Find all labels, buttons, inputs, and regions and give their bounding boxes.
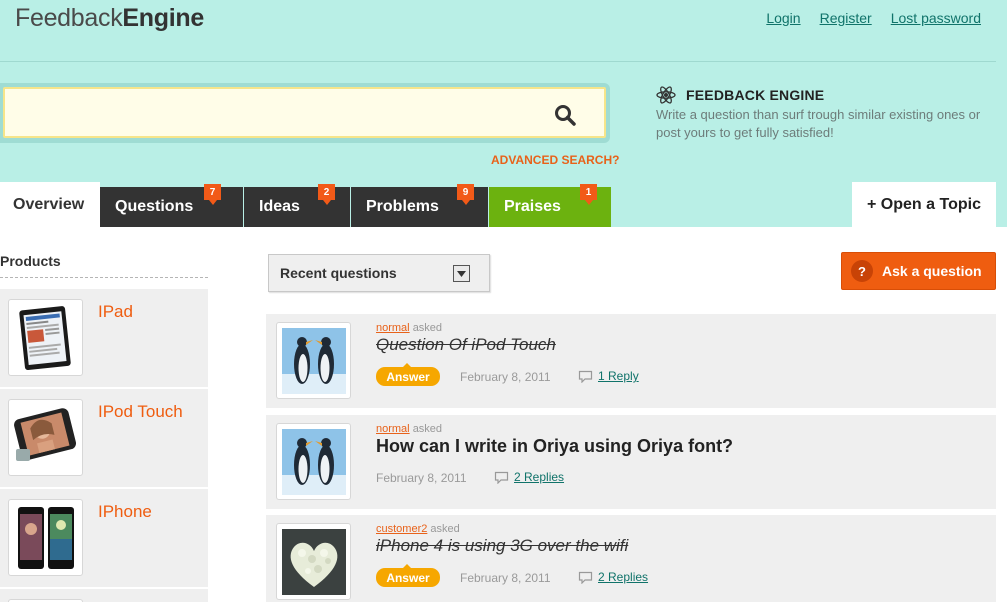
- search-container: [0, 83, 610, 143]
- author-link[interactable]: normal: [376, 322, 410, 334]
- sidebar-item-iphone[interactable]: IPhone: [0, 489, 208, 587]
- product-name[interactable]: IPod Touch: [98, 402, 183, 422]
- question-meta: customer2 asked: [376, 523, 460, 535]
- product-thumbnail: [8, 299, 83, 376]
- ipod-image: [14, 408, 77, 461]
- info-title: FEEDBACK ENGINE: [686, 87, 825, 103]
- comment-icon: [578, 571, 593, 584]
- comment-icon: [578, 370, 593, 383]
- search-box: [3, 87, 606, 138]
- header-divider: [0, 61, 996, 62]
- asked-text: asked: [430, 523, 460, 535]
- sidebar-title: Products: [0, 253, 61, 269]
- replies: 2 Replies: [578, 570, 648, 584]
- question-meta: normal asked: [376, 322, 442, 334]
- flower-heart-image: [282, 529, 346, 595]
- ideas-count-badge: 2: [318, 184, 335, 205]
- replies-link[interactable]: 1 Reply: [598, 369, 639, 383]
- penguins-image: [282, 328, 346, 394]
- question-date: February 8, 2011: [460, 571, 551, 585]
- site-logo[interactable]: FeedbackEngine: [15, 4, 204, 33]
- question-title[interactable]: How can I write in Oriya using Oriya fon…: [376, 436, 733, 457]
- info-title-row: FEEDBACK ENGINE: [656, 86, 986, 104]
- sidebar-divider: [0, 277, 208, 278]
- recent-questions-dropdown[interactable]: Recent questions: [268, 254, 490, 292]
- user-avatar[interactable]: [276, 322, 351, 399]
- info-description: Write a question than surf trough simila…: [656, 107, 981, 140]
- recent-questions-label: Recent questions: [280, 265, 397, 281]
- question-icon: ?: [851, 260, 873, 282]
- tab-overview-label: Overview: [13, 195, 85, 213]
- answer-badge: Answer: [376, 363, 440, 386]
- account-links: Login Register Lost password: [766, 10, 981, 26]
- question-date: February 8, 2011: [460, 370, 551, 384]
- sidebar-item-ipad[interactable]: IPad: [0, 289, 208, 387]
- tab-questions[interactable]: Questions 7: [100, 184, 243, 227]
- logo-light-text: Feedback: [15, 4, 123, 32]
- tab-questions-label: Questions: [115, 198, 194, 215]
- product-thumbnail: [8, 399, 83, 476]
- open-topic-button[interactable]: + Open a Topic: [852, 182, 996, 227]
- replies: 2 Replies: [494, 470, 564, 484]
- questions-count-badge: 7: [204, 184, 221, 205]
- asked-text: asked: [412, 322, 443, 334]
- register-link[interactable]: Register: [820, 10, 872, 26]
- author-link[interactable]: normal: [376, 423, 410, 435]
- question-date: February 8, 2011: [376, 471, 467, 485]
- question-item: normal asked How can I write in Oriya us…: [266, 415, 996, 509]
- tab-ideas-label: Ideas: [259, 198, 300, 215]
- chevron-down-icon[interactable]: [453, 265, 470, 282]
- lost-password-link[interactable]: Lost password: [891, 10, 981, 26]
- replies-link[interactable]: 2 Replies: [598, 570, 648, 584]
- ask-question-button[interactable]: ? Ask a question: [841, 252, 996, 290]
- product-name[interactable]: IPhone: [98, 502, 152, 522]
- logo-bold-text: Engine: [122, 4, 204, 32]
- user-avatar[interactable]: [276, 523, 351, 600]
- search-input[interactable]: [11, 95, 551, 131]
- login-link[interactable]: Login: [766, 10, 800, 26]
- tab-praises[interactable]: Praises 1: [489, 184, 611, 227]
- tab-praises-label: Praises: [504, 198, 561, 215]
- sidebar-item-ipod-touch[interactable]: IPod Touch: [0, 389, 208, 487]
- tab-ideas[interactable]: Ideas 2: [244, 184, 350, 227]
- question-meta: normal asked: [376, 423, 442, 435]
- iphone-image: [18, 507, 74, 569]
- tab-problems[interactable]: Problems 9: [351, 184, 488, 227]
- replies-link[interactable]: 2 Replies: [514, 470, 564, 484]
- question-title[interactable]: iPhone 4 is using 3G over the wifi: [376, 536, 628, 556]
- advanced-search-link[interactable]: ADVANCED SEARCH?: [491, 153, 619, 167]
- product-name[interactable]: IPad: [98, 302, 133, 322]
- tablet-image: [19, 306, 71, 371]
- author-link[interactable]: customer2: [376, 523, 427, 535]
- comment-icon: [494, 471, 509, 484]
- answer-badge: Answer: [376, 564, 440, 587]
- question-item: normal asked Question Of iPod Touch Answ…: [266, 314, 996, 408]
- info-panel: FEEDBACK ENGINE Write a question than su…: [656, 86, 986, 142]
- product-thumbnail: [8, 499, 83, 576]
- tab-problems-label: Problems: [366, 198, 439, 215]
- problems-count-badge: 9: [457, 184, 474, 205]
- ask-question-label: Ask a question: [882, 263, 982, 279]
- tab-overview[interactable]: Overview: [0, 182, 100, 227]
- question-title[interactable]: Question Of iPod Touch: [376, 335, 556, 355]
- replies: 1 Reply: [578, 369, 639, 383]
- penguins-image: [282, 429, 346, 495]
- asked-text: asked: [412, 423, 443, 435]
- question-item: customer2 asked iPhone 4 is using 3G ove…: [266, 515, 996, 602]
- search-icon[interactable]: [554, 104, 576, 126]
- praises-count-badge: 1: [580, 184, 597, 205]
- atom-icon: [656, 86, 676, 104]
- user-avatar[interactable]: [276, 423, 351, 500]
- sidebar-item-partial[interactable]: [0, 589, 208, 602]
